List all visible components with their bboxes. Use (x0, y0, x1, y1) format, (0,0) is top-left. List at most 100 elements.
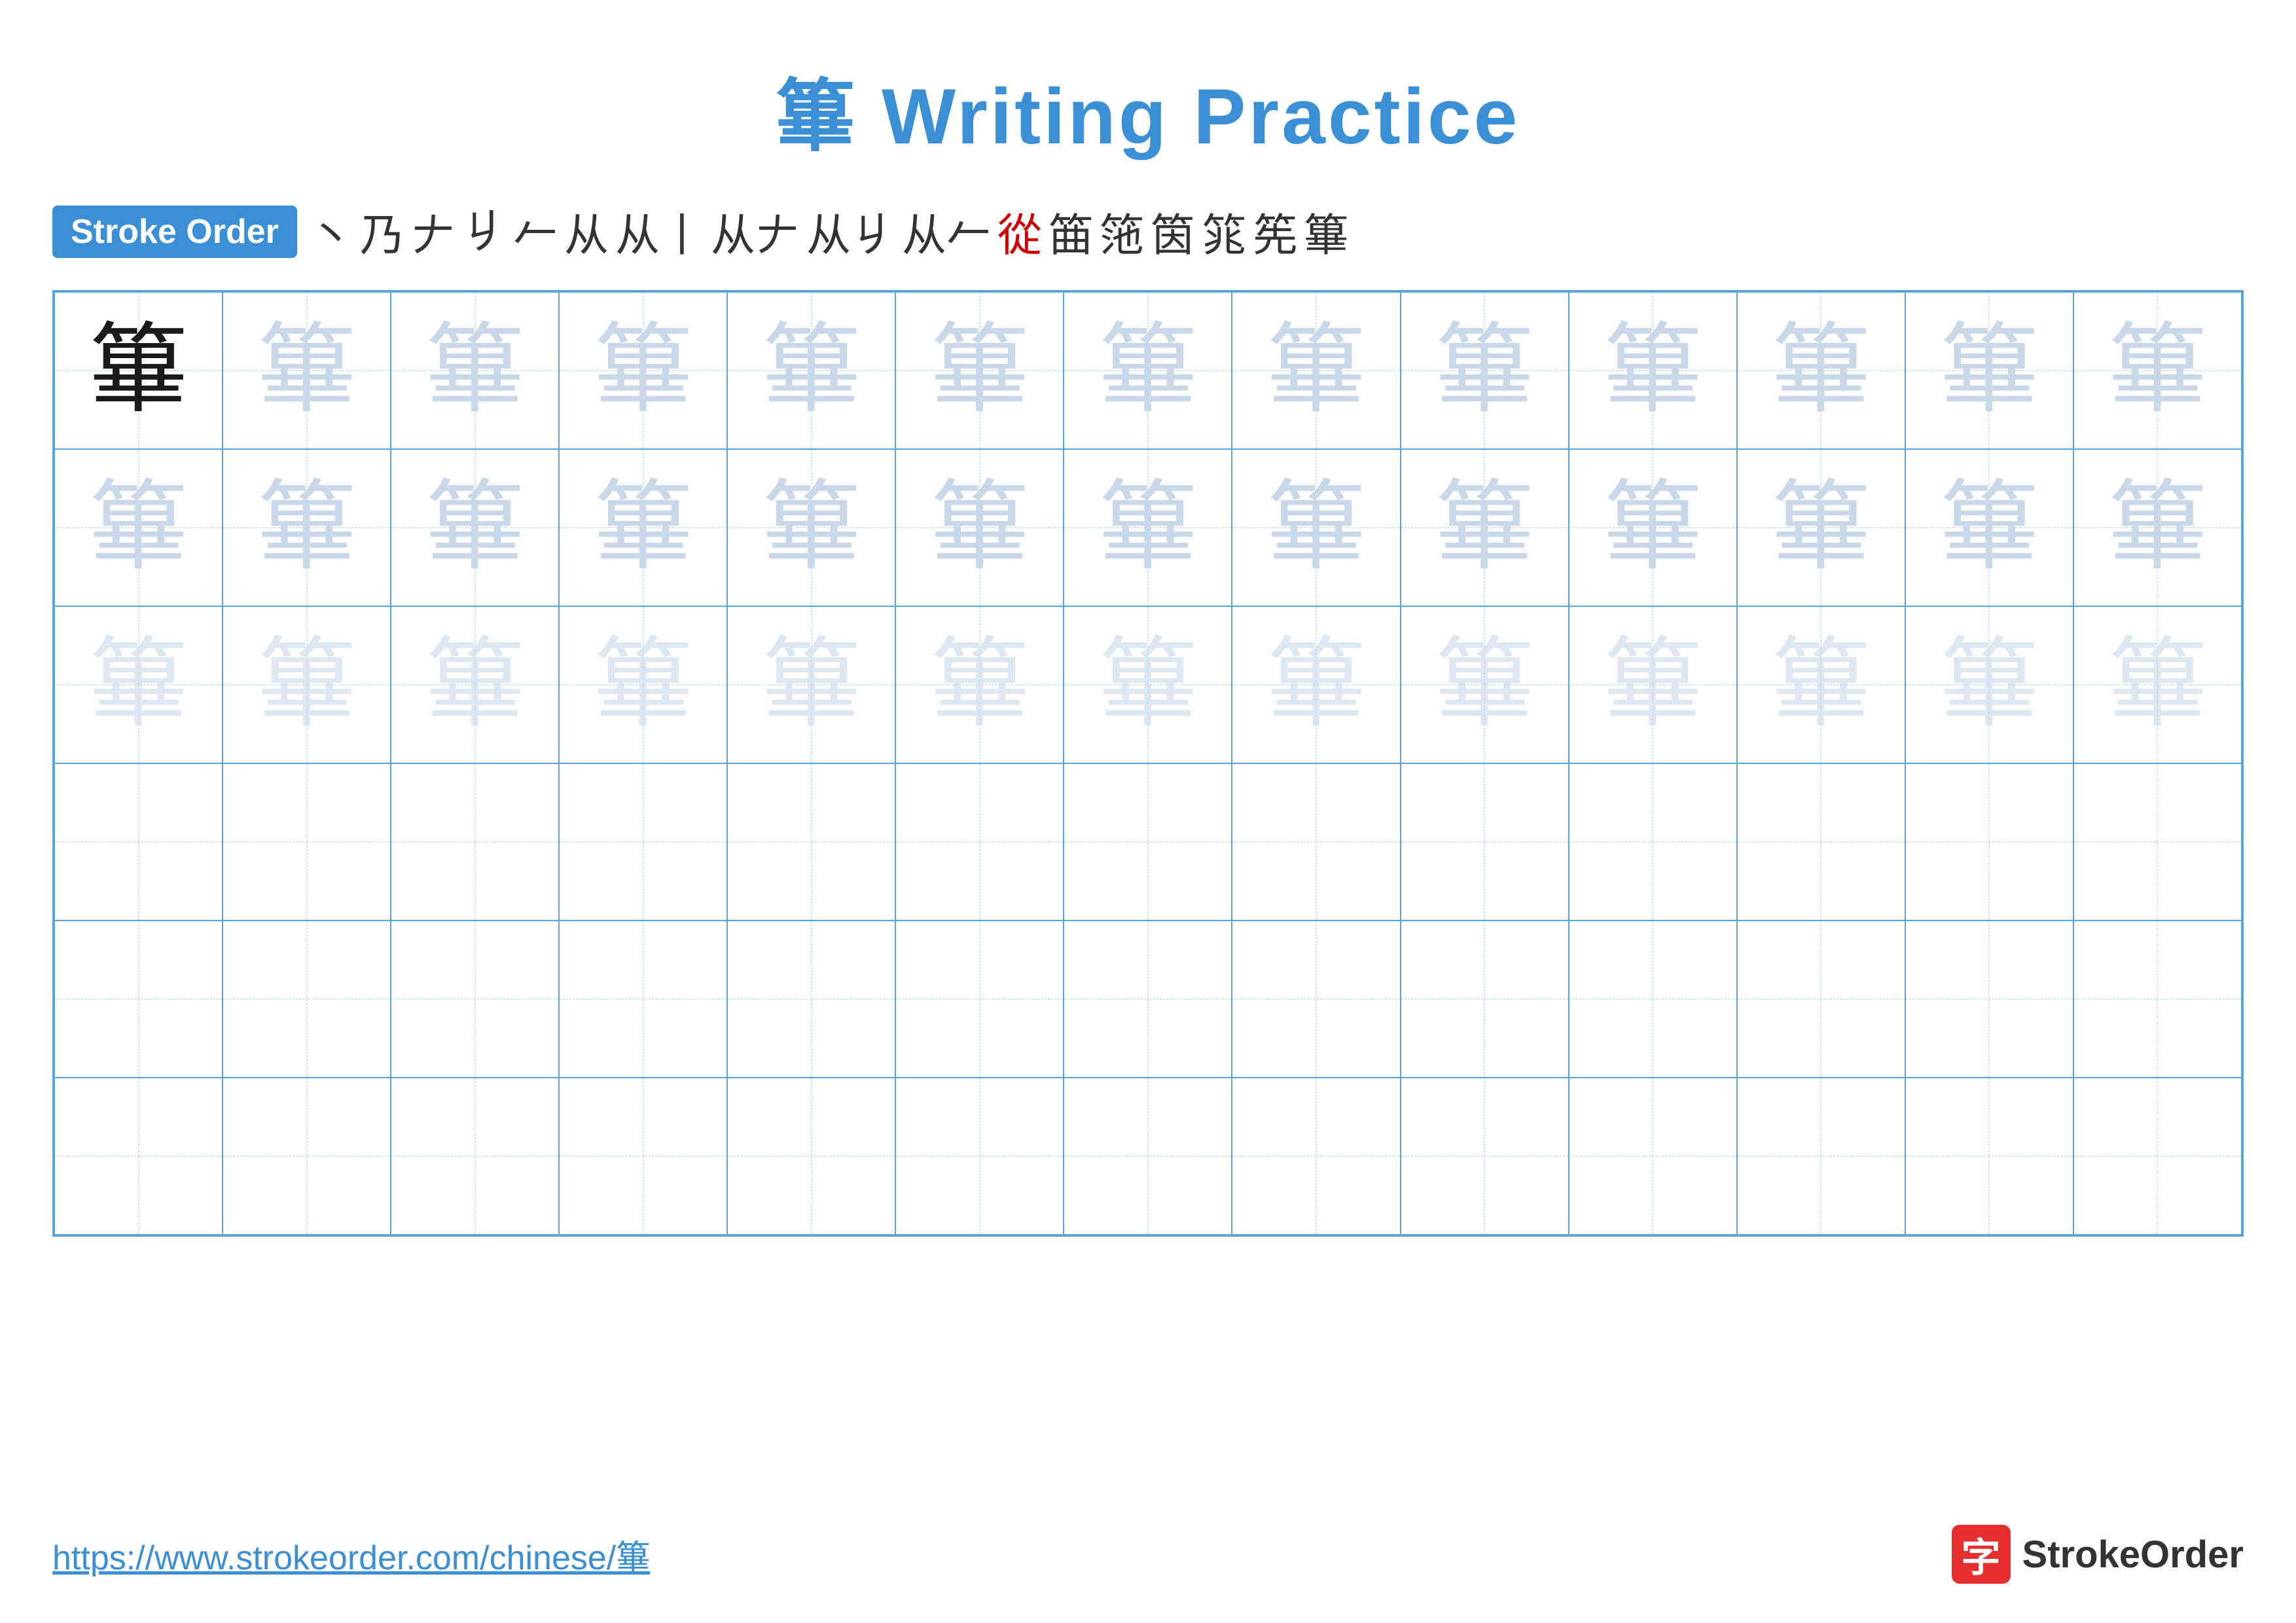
grid-row-2: 篳 篳 篳 篳 篳 篳 篳 篳 篳 篳 篳 篳 篳 (54, 449, 2242, 606)
cell-1-10[interactable]: 篳 (1569, 292, 1737, 449)
cell-5-4[interactable] (559, 921, 727, 1078)
cell-2-6[interactable]: 篳 (895, 449, 1064, 606)
cell-2-8[interactable]: 篳 (1232, 449, 1400, 606)
grid-row-4 (54, 763, 2242, 921)
cell-5-7[interactable] (1064, 921, 1232, 1078)
stroke-chars: 丶 乃 𠂇 𠂈 𠂉 从 从丨 从𠂇 从𠂈 从𠂉 從 筁 筂 筃 筄 筅 篳 (309, 199, 1348, 264)
grid-row-1: 篳 篳 篳 篳 篳 篳 篳 篳 篳 篳 篳 篳 篳 (54, 292, 2242, 449)
cell-6-9[interactable] (1401, 1078, 1569, 1235)
cell-5-6[interactable] (895, 921, 1064, 1078)
cell-2-4[interactable]: 篳 (559, 449, 727, 606)
char-light: 篳 (1099, 321, 1197, 420)
cell-4-6[interactable] (895, 763, 1064, 921)
cell-6-12[interactable] (1905, 1078, 2073, 1235)
cell-2-11[interactable]: 篳 (1737, 449, 1905, 606)
cell-1-1[interactable]: 篳 (54, 292, 223, 449)
cell-1-4[interactable]: 篳 (559, 292, 727, 449)
cell-4-5[interactable] (727, 763, 895, 921)
char-light: 篳 (426, 636, 524, 734)
cell-5-12[interactable] (1905, 921, 2073, 1078)
cell-4-9[interactable] (1401, 763, 1569, 921)
cell-3-4[interactable]: 篳 (559, 606, 727, 763)
cell-2-10[interactable]: 篳 (1569, 449, 1737, 606)
cell-2-5[interactable]: 篳 (727, 449, 895, 606)
cell-1-5[interactable]: 篳 (727, 292, 895, 449)
cell-1-2[interactable]: 篳 (223, 292, 391, 449)
cell-3-3[interactable]: 篳 (391, 606, 559, 763)
stroke-10: 从𠂉 (902, 199, 991, 264)
cell-4-12[interactable] (1905, 763, 2073, 921)
cell-6-6[interactable] (895, 1078, 1064, 1235)
cell-6-7[interactable] (1064, 1078, 1232, 1235)
cell-5-2[interactable] (223, 921, 391, 1078)
footer-url[interactable]: https://www.strokeorder.com/chinese/篳 (52, 1530, 650, 1579)
cell-2-1[interactable]: 篳 (54, 449, 223, 606)
cell-3-13[interactable]: 篳 (2073, 606, 2242, 763)
cell-3-9[interactable]: 篳 (1401, 606, 1569, 763)
cell-2-9[interactable]: 篳 (1401, 449, 1569, 606)
cell-6-10[interactable] (1569, 1078, 1737, 1235)
cell-6-4[interactable] (559, 1078, 727, 1235)
cell-6-5[interactable] (727, 1078, 895, 1235)
cell-2-7[interactable]: 篳 (1064, 449, 1232, 606)
stroke-3: 𠂇 (411, 199, 456, 264)
cell-1-6[interactable]: 篳 (895, 292, 1064, 449)
cell-5-5[interactable] (727, 921, 895, 1078)
cell-4-7[interactable] (1064, 763, 1232, 921)
cell-5-11[interactable] (1737, 921, 1905, 1078)
cell-3-1[interactable]: 篳 (54, 606, 223, 763)
cell-2-3[interactable]: 篳 (391, 449, 559, 606)
char-light: 篳 (594, 636, 692, 734)
cell-5-9[interactable] (1401, 921, 1569, 1078)
cell-1-11[interactable]: 篳 (1737, 292, 1905, 449)
cell-6-13[interactable] (2073, 1078, 2242, 1235)
cell-6-11[interactable] (1737, 1078, 1905, 1235)
cell-4-13[interactable] (2073, 763, 2242, 921)
cell-4-8[interactable] (1232, 763, 1400, 921)
cell-4-10[interactable] (1569, 763, 1737, 921)
cell-5-13[interactable] (2073, 921, 2242, 1078)
cell-1-3[interactable]: 篳 (391, 292, 559, 449)
cell-2-2[interactable]: 篳 (223, 449, 391, 606)
cell-4-1[interactable] (54, 763, 223, 921)
cell-3-12[interactable]: 篳 (1905, 606, 2073, 763)
grid-row-3: 篳 篳 篳 篳 篳 篳 篳 篳 篳 篳 篳 篳 篳 (54, 606, 2242, 763)
cell-4-3[interactable] (391, 763, 559, 921)
char-light: 篳 (1772, 479, 1870, 577)
practice-grid: 篳 篳 篳 篳 篳 篳 篳 篳 篳 篳 篳 篳 篳 篳 篳 篳 篳 (54, 291, 2242, 1235)
cell-3-10[interactable]: 篳 (1569, 606, 1737, 763)
cell-5-3[interactable] (391, 921, 559, 1078)
char-light: 篳 (1267, 636, 1365, 734)
cell-3-5[interactable]: 篳 (727, 606, 895, 763)
page-container: 篳 Writing Practice Stroke Order 丶 乃 𠂇 𠂈 … (0, 0, 2296, 1623)
char-light: 篳 (931, 321, 1029, 420)
stroke-1: 丶 (309, 199, 353, 264)
cell-5-1[interactable] (54, 921, 223, 1078)
cell-1-8[interactable]: 篳 (1232, 292, 1400, 449)
cell-1-9[interactable]: 篳 (1401, 292, 1569, 449)
cell-6-8[interactable] (1232, 1078, 1400, 1235)
cell-6-2[interactable] (223, 1078, 391, 1235)
cell-4-2[interactable] (223, 763, 391, 921)
cell-1-12[interactable]: 篳 (1905, 292, 2073, 449)
cell-1-7[interactable]: 篳 (1064, 292, 1232, 449)
cell-5-10[interactable] (1569, 921, 1737, 1078)
stroke-6: 从 (564, 199, 609, 264)
logo-icon: 字 (1952, 1525, 2011, 1584)
cell-2-13[interactable]: 篳 (2073, 449, 2242, 606)
cell-3-6[interactable]: 篳 (895, 606, 1064, 763)
cell-5-8[interactable] (1232, 921, 1400, 1078)
char-light: 篳 (931, 479, 1029, 577)
cell-1-13[interactable]: 篳 (2073, 292, 2242, 449)
cell-6-3[interactable] (391, 1078, 559, 1235)
cell-4-4[interactable] (559, 763, 727, 921)
cell-3-11[interactable]: 篳 (1737, 606, 1905, 763)
cell-3-2[interactable]: 篳 (223, 606, 391, 763)
cell-3-7[interactable]: 篳 (1064, 606, 1232, 763)
cell-6-1[interactable] (54, 1078, 223, 1235)
char-light: 篳 (90, 636, 188, 734)
stroke-order-row: Stroke Order 丶 乃 𠂇 𠂈 𠂉 从 从丨 从𠂇 从𠂈 从𠂉 從 筁… (52, 199, 2244, 264)
cell-4-11[interactable] (1737, 763, 1905, 921)
cell-3-8[interactable]: 篳 (1232, 606, 1400, 763)
cell-2-12[interactable]: 篳 (1905, 449, 2073, 606)
